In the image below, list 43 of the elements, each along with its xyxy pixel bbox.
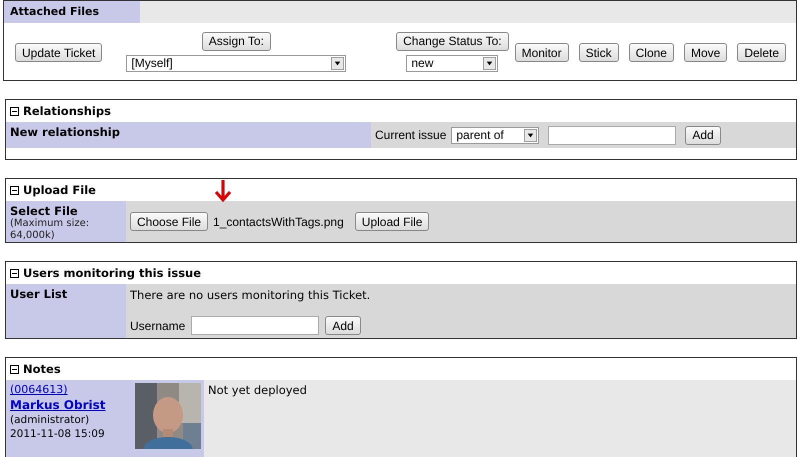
field-label: Username	[130, 318, 186, 332]
empty-message: There are no users monitoring this Ticket.	[130, 288, 372, 302]
add-button[interactable]: Add	[685, 126, 721, 144]
action-button[interactable]: Monitor	[514, 43, 569, 62]
username-input[interactable]	[191, 316, 320, 335]
assignee-select[interactable]: [Myself]	[126, 54, 346, 72]
section-title: Upload File	[23, 183, 96, 197]
choose-file-button[interactable]: Choose File	[130, 212, 208, 231]
arrow-down-icon	[213, 178, 234, 202]
field-label: Current issue	[375, 128, 446, 142]
collapse-icon[interactable]	[10, 364, 19, 374]
caret-icon	[524, 128, 538, 142]
author-link[interactable]: Markus Obrist	[10, 398, 106, 412]
size-note: (Maximum size: 64,000k)	[10, 218, 90, 242]
collapse-icon[interactable]	[10, 106, 19, 116]
action-button[interactable]: Move	[684, 43, 728, 62]
note-id-link[interactable]: (0064613)	[10, 383, 106, 396]
field-label: New relationship	[10, 125, 121, 139]
relation-select[interactable]: parent of	[451, 126, 540, 144]
section-title: Attached Files	[4, 1, 140, 23]
action-button[interactable]: Delete	[737, 43, 786, 62]
section-title: Relationships	[23, 104, 111, 118]
assign-button[interactable]: Assign To:	[202, 32, 271, 50]
update-ticket-button[interactable]: Update Ticket	[15, 43, 102, 62]
note-date: 2011-11-08 15:09	[10, 428, 106, 440]
status-select[interactable]: new	[406, 54, 498, 72]
author-role: (administrator)	[10, 414, 90, 426]
action-button[interactable]: Clone	[628, 43, 674, 62]
note-text: Not yet deployed	[208, 383, 307, 397]
collapse-icon[interactable]	[10, 268, 19, 278]
section-title: Users monitoring this issue	[23, 266, 202, 280]
issue-input[interactable]	[548, 126, 676, 144]
upload-file-button[interactable]: Upload File	[354, 212, 430, 231]
change-status-button[interactable]: Change Status To:	[396, 32, 509, 50]
field-label: User List	[10, 287, 68, 301]
caret-icon	[483, 56, 496, 70]
file-name: 1_contactsWithTags.png	[213, 214, 344, 228]
add-button[interactable]: Add	[325, 316, 361, 335]
field-label: Select File	[10, 204, 79, 218]
collapse-icon[interactable]	[10, 186, 19, 194]
section-title: Notes	[23, 362, 61, 376]
caret-icon	[331, 56, 344, 70]
action-button[interactable]: Stick	[578, 43, 619, 62]
